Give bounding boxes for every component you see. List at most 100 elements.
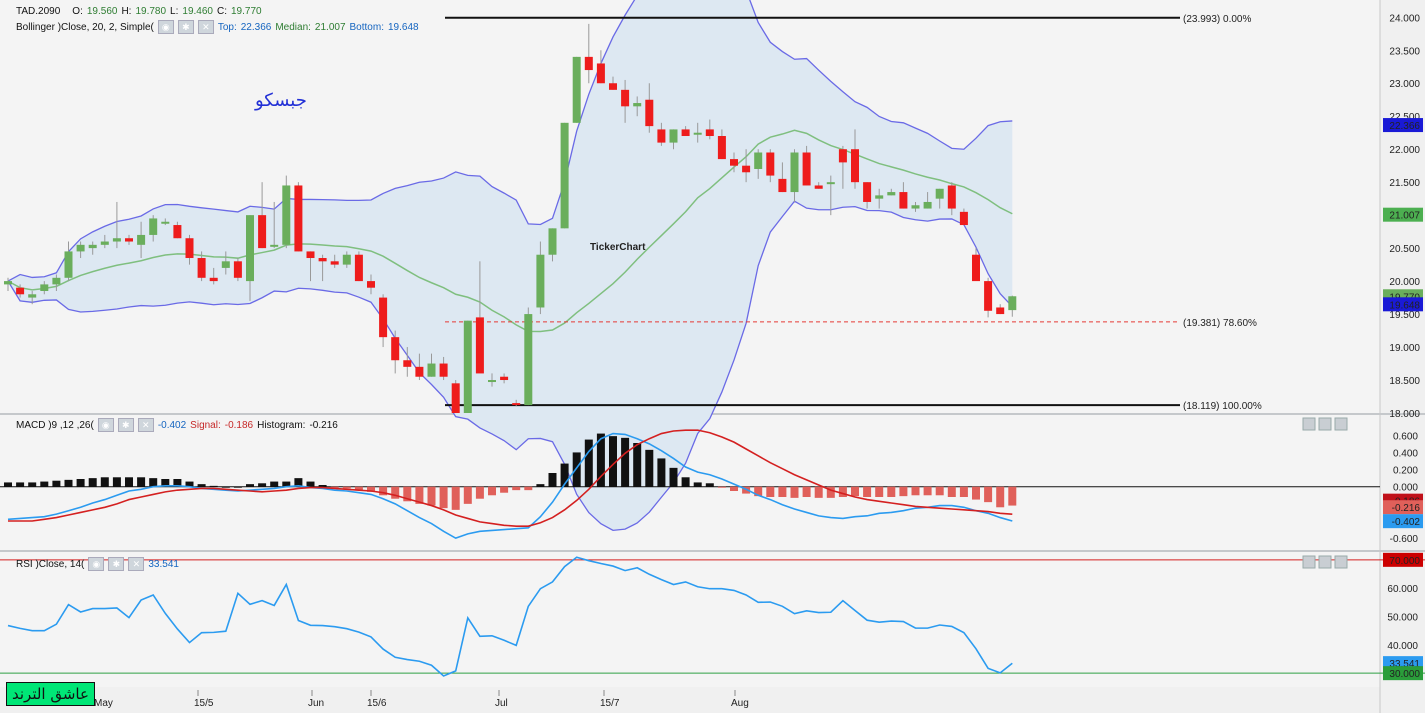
candle-body <box>40 284 49 291</box>
pane-control-icon[interactable] <box>1302 417 1316 431</box>
pane-control-icon[interactable] <box>1334 417 1348 431</box>
candle-body <box>996 307 1005 315</box>
macd-histogram-bar <box>1008 486 1017 506</box>
macd-histogram-bar <box>911 486 920 496</box>
candle-body <box>959 211 968 226</box>
macd-histogram-bar <box>899 486 908 497</box>
x-axis-label: May <box>94 698 113 709</box>
candle-body <box>463 320 472 413</box>
candle-body <box>439 363 448 377</box>
c-value: 19.770 <box>230 6 262 17</box>
close-icon[interactable]: ✕ <box>137 418 154 432</box>
bollinger-label: Bollinger )Close, 20, 2, Simple( <box>16 21 154 33</box>
pane-control-icon[interactable] <box>1318 555 1332 569</box>
channel-badge: عاشق الترند <box>6 682 95 706</box>
candle-body <box>923 201 932 209</box>
candle-body <box>705 129 714 137</box>
histogram-label: Histogram: <box>257 419 306 431</box>
macd-histogram-bar <box>512 486 521 491</box>
fib-label: (19.381) 78.60% <box>1183 318 1257 329</box>
macd-tag-text: -0.402 <box>1392 517 1421 528</box>
ohlc-header: TAD.2090 O: 19.560 H: 19.780 L: 19.460 C: 19… <box>16 6 262 17</box>
candle-body <box>330 261 339 265</box>
macd-histogram-bar <box>4 482 12 487</box>
candle-body <box>64 251 73 278</box>
macd-histogram-bar <box>427 486 436 506</box>
macd-histogram-bar <box>863 486 872 497</box>
candle-body <box>52 277 61 285</box>
candle-body <box>415 366 424 377</box>
macd-histogram-bar <box>318 485 327 487</box>
macd-histogram-bar <box>730 486 738 491</box>
candle-body <box>258 215 267 249</box>
candle-body <box>451 383 460 413</box>
candle-body <box>524 314 533 406</box>
candle-body <box>621 89 630 107</box>
candle-body <box>4 281 12 285</box>
candle-body <box>475 317 484 374</box>
macd-histogram-bar <box>209 485 218 487</box>
candle-body <box>270 244 279 247</box>
candle-body <box>778 178 787 193</box>
candle-body <box>790 152 799 193</box>
pane-control-icon[interactable] <box>1302 555 1316 569</box>
candle-body <box>730 159 738 166</box>
macd-histogram-bar <box>125 477 133 487</box>
price-axis-tick: 18.500 <box>1389 376 1420 387</box>
close-icon[interactable]: ✕ <box>197 20 214 34</box>
eye-icon[interactable]: ◉ <box>88 557 105 571</box>
macd-histogram-bar <box>778 486 787 497</box>
price-axis-tick: 18.000 <box>1389 409 1420 420</box>
macd-value: -0.402 <box>157 419 187 431</box>
macd-histogram-bar <box>814 486 823 498</box>
candle-body <box>16 287 25 295</box>
eye-icon[interactable]: ◉ <box>157 20 174 34</box>
rsi-axis-tick: 40.000 <box>1387 641 1418 652</box>
candle-body <box>609 83 617 90</box>
l-value: 19.460 <box>182 6 213 17</box>
candle-body <box>548 228 557 255</box>
candle-body <box>88 244 97 249</box>
eye-icon[interactable]: ◉ <box>97 418 114 432</box>
macd-histogram-bar <box>972 486 980 500</box>
pane-control-icon[interactable] <box>1318 417 1332 431</box>
rsi-axis-tick: 60.000 <box>1387 584 1418 595</box>
close-icon[interactable]: ✕ <box>128 557 145 571</box>
macd-histogram-bar <box>233 486 242 488</box>
x-axis-label: 15/6 <box>367 698 387 709</box>
fib-label: (23.993) 0.00% <box>1183 14 1251 25</box>
signal-value: -0.186 <box>224 419 254 431</box>
macd-histogram-bar <box>657 458 666 487</box>
macd-label: MACD )9 ,12 ,26( <box>16 419 94 431</box>
gear-icon[interactable]: ✱ <box>108 557 125 571</box>
candle-body <box>826 182 835 185</box>
candle-body <box>221 261 230 268</box>
macd-histogram-bar <box>306 481 315 487</box>
candle-body <box>657 129 666 143</box>
macd-histogram-bar <box>802 486 811 497</box>
macd-axis-tick: 0.200 <box>1393 466 1418 477</box>
rsi-tag-text: 70.000 <box>1389 556 1420 567</box>
macd-histogram-bar <box>790 486 799 498</box>
gear-icon[interactable]: ✱ <box>117 418 134 432</box>
candle-body <box>536 254 545 308</box>
macd-histogram-bar <box>88 478 97 487</box>
gear-icon[interactable]: ✱ <box>177 20 194 34</box>
o-label: O: <box>72 6 83 17</box>
price-axis-tick: 19.500 <box>1389 310 1420 321</box>
h-label: H: <box>121 6 132 17</box>
macd-histogram-bar <box>887 486 896 497</box>
x-axis-label: 15/5 <box>194 698 214 709</box>
c-label: C: <box>216 6 227 17</box>
candle-body <box>838 149 847 163</box>
candle-body <box>137 234 146 245</box>
pane-control-icon[interactable] <box>1334 555 1348 569</box>
candle-body <box>246 215 254 282</box>
macd-histogram-bar <box>851 486 859 497</box>
macd-histogram-bar <box>693 482 702 487</box>
candle-body <box>354 254 363 282</box>
price-axis-tick: 20.500 <box>1389 244 1420 255</box>
candle-body <box>947 185 956 209</box>
macd-histogram-bar <box>717 486 726 488</box>
candle-body <box>851 149 859 183</box>
